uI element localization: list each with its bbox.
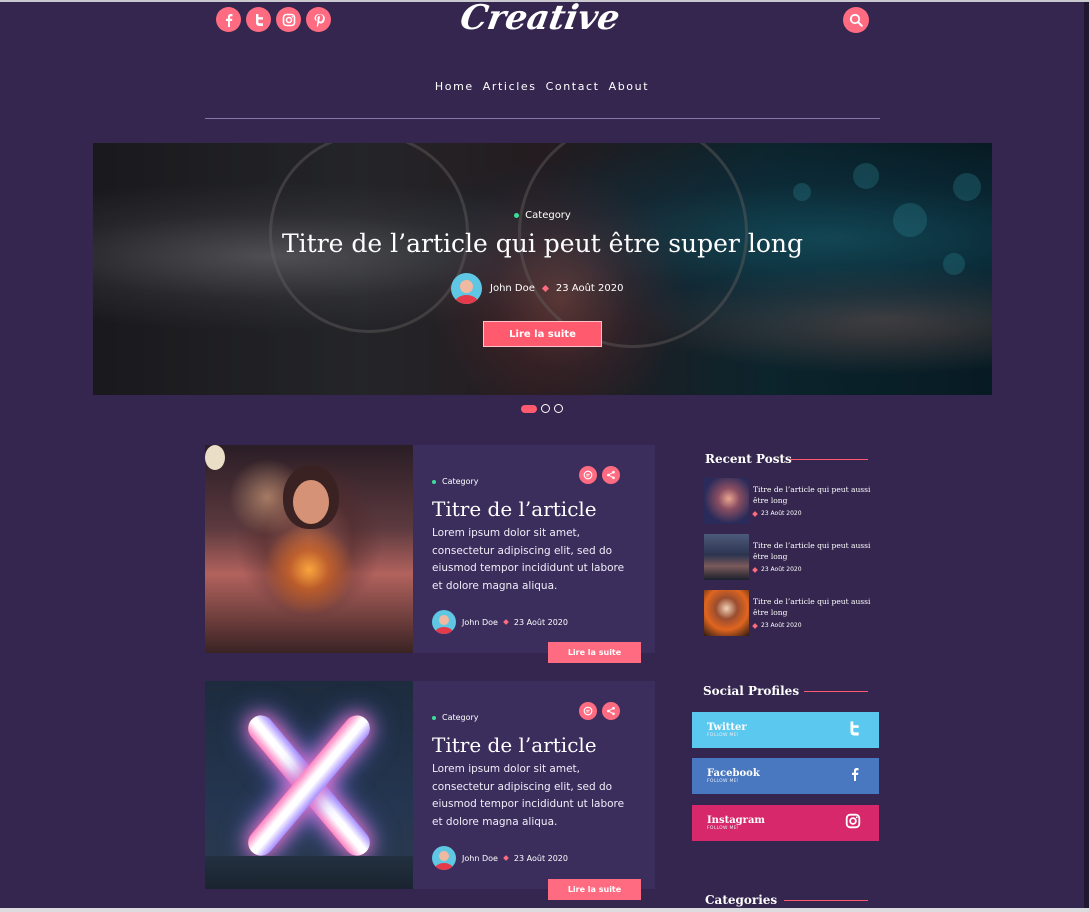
hero-slider: Category Titre de l’article qui peut êtr… xyxy=(93,143,992,395)
recent-post-title[interactable]: Titre de l’article qui peut aussi être l… xyxy=(753,540,873,562)
article-date: 23 Août 2020 xyxy=(513,853,568,863)
article-meta: John Doe 23 Août 2020 xyxy=(432,846,568,870)
article-read-more-button[interactable]: Lire la suite xyxy=(548,879,641,900)
nav-contact[interactable]: Contact xyxy=(546,80,600,93)
slider-dot-active[interactable] xyxy=(521,404,537,413)
hero-category-label: Category xyxy=(525,210,571,221)
categories-title: Categories xyxy=(705,893,778,907)
instagram-icon[interactable] xyxy=(276,7,301,32)
article-category[interactable]: Category xyxy=(432,713,479,722)
article-actions xyxy=(579,702,620,720)
widget-title-line xyxy=(784,900,868,901)
thumb-bokeh xyxy=(205,445,225,470)
avatar xyxy=(432,610,456,634)
nav-about[interactable]: About xyxy=(609,80,650,93)
slider-dot[interactable] xyxy=(541,404,550,413)
article-excerpt: Lorem ipsum dolor sit amet, consectetur … xyxy=(432,527,625,592)
comment-icon[interactable] xyxy=(579,466,597,484)
category-dot xyxy=(514,212,520,218)
instagram-profile-button[interactable]: Instagram FOLLOW ME! xyxy=(692,805,879,841)
instagram-icon xyxy=(845,813,861,833)
avatar xyxy=(432,846,456,870)
recent-post-item[interactable]: Titre de l’article qui peut aussi être l… xyxy=(704,478,874,524)
share-icon[interactable] xyxy=(602,702,620,720)
social-profiles-title: Social Profiles xyxy=(703,684,800,698)
main-nav: Home Articles Contact About xyxy=(0,80,1084,93)
hero-title[interactable]: Titre de l’article qui peut être super l… xyxy=(93,229,992,258)
profile-name: Instagram xyxy=(707,815,765,826)
article-author[interactable]: John Doe xyxy=(462,618,498,627)
recent-post-date: 23 Août 2020 xyxy=(752,510,802,517)
hero-overlay xyxy=(93,143,992,395)
recent-post-thumbnail[interactable] xyxy=(704,534,749,580)
facebook-icon xyxy=(849,766,861,786)
profile-name: Facebook xyxy=(707,768,760,779)
recent-post-item[interactable]: Titre de l’article qui peut aussi être l… xyxy=(704,534,874,580)
article-title[interactable]: Titre de l’article xyxy=(432,497,597,521)
hero-date: 23 Août 2020 xyxy=(555,283,624,294)
article-title[interactable]: Titre de l’article xyxy=(432,733,597,757)
comment-icon[interactable] xyxy=(579,702,597,720)
article-thumbnail[interactable] xyxy=(205,681,413,889)
share-icon[interactable] xyxy=(602,466,620,484)
nav-articles[interactable]: Articles xyxy=(483,80,537,93)
article-read-more-button[interactable]: Lire la suite xyxy=(548,642,641,663)
profile-name: Twitter xyxy=(707,722,747,733)
thumb-face xyxy=(293,480,329,524)
window-frame xyxy=(0,908,1089,912)
article-excerpt: Lorem ipsum dolor sit amet, consectetur … xyxy=(432,763,625,828)
recent-posts-title: Recent Posts xyxy=(705,452,792,466)
article-thumbnail[interactable] xyxy=(205,445,413,653)
window-frame xyxy=(1084,2,1089,912)
article-card: Category Titre de l’article Lorem ipsum … xyxy=(205,445,655,653)
twitter-profile-button[interactable]: Twitter FOLLOW ME! xyxy=(692,712,879,748)
hero-author[interactable]: John Doe xyxy=(490,283,535,294)
article-author[interactable]: John Doe xyxy=(462,854,498,863)
article-category[interactable]: Category xyxy=(432,477,479,486)
facebook-icon[interactable] xyxy=(216,7,241,32)
article-meta: John Doe 23 Août 2020 xyxy=(432,610,568,634)
twitter-icon xyxy=(847,720,861,741)
widget-title-line xyxy=(804,691,868,692)
profile-subtitle: FOLLOW ME! xyxy=(707,733,739,738)
profile-subtitle: FOLLOW ME! xyxy=(707,779,739,784)
recent-post-title[interactable]: Titre de l’article qui peut aussi être l… xyxy=(753,484,873,506)
profile-subtitle: FOLLOW ME! xyxy=(707,826,739,831)
header-social-links xyxy=(216,7,331,32)
meta-separator xyxy=(541,284,549,293)
slider-pagination xyxy=(521,404,563,413)
recent-post-date: 23 Août 2020 xyxy=(752,622,802,629)
article-date: 23 Août 2020 xyxy=(513,617,568,627)
recent-post-title[interactable]: Titre de l’article qui peut aussi être l… xyxy=(753,596,873,618)
avatar xyxy=(451,273,482,304)
meta-separator xyxy=(503,619,509,625)
article-actions xyxy=(579,466,620,484)
slider-dot[interactable] xyxy=(554,404,563,413)
hero-category[interactable]: Category xyxy=(93,210,992,221)
recent-post-thumbnail[interactable] xyxy=(704,590,749,636)
nav-home[interactable]: Home xyxy=(435,80,474,93)
meta-separator xyxy=(503,855,509,861)
recent-post-item[interactable]: Titre de l’article qui peut aussi être l… xyxy=(704,590,874,636)
site-logo[interactable]: Creative xyxy=(446,0,633,38)
thumb-floor xyxy=(205,856,413,889)
hero-read-more-button[interactable]: Lire la suite xyxy=(483,321,602,347)
search-icon[interactable] xyxy=(843,7,869,33)
twitter-icon[interactable] xyxy=(246,7,271,32)
pinterest-icon[interactable] xyxy=(306,7,331,32)
recent-post-date: 23 Août 2020 xyxy=(752,566,802,573)
facebook-profile-button[interactable]: Facebook FOLLOW ME! xyxy=(692,758,879,794)
hero-meta: John Doe 23 Août 2020 xyxy=(451,273,623,304)
widget-title-line xyxy=(790,459,868,460)
recent-post-thumbnail[interactable] xyxy=(704,478,749,524)
nav-divider xyxy=(205,118,880,119)
article-card: Category Titre de l’article Lorem ipsum … xyxy=(205,681,655,889)
